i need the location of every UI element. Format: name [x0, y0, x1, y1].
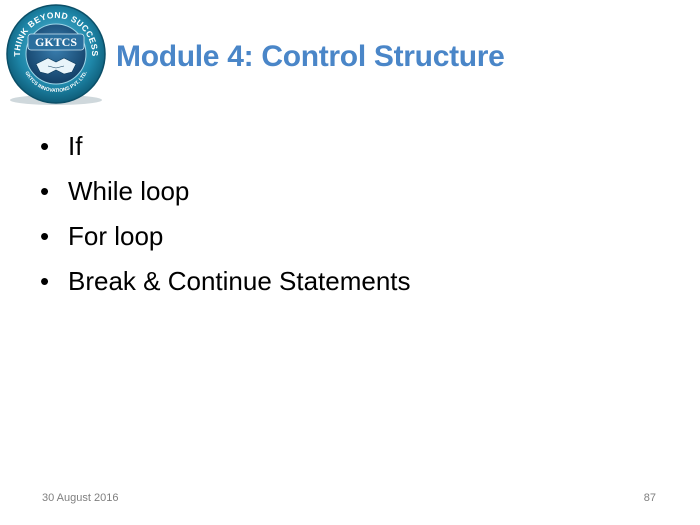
svg-text:GKTCS: GKTCS [35, 35, 77, 49]
footer-date: 30 August 2016 [42, 492, 119, 504]
bullet-item: • If [38, 126, 411, 171]
slide: THINK BEYOND SUCCESS GKTCS INNOVATIONS P… [0, 0, 700, 525]
bullet-dot-icon: • [40, 221, 50, 251]
bullet-list: • If • While loop • For loop • Break & Conti… [38, 126, 411, 306]
bullet-dot-icon: • [40, 131, 50, 161]
bullet-item: • For loop [38, 216, 411, 261]
bullet-dot-icon: • [40, 266, 50, 296]
bullet-item: • Break & Continue Statements [38, 261, 411, 306]
bullet-text: If [68, 131, 83, 161]
logo-seal-icon: THINK BEYOND SUCCESS GKTCS INNOVATIONS P… [6, 4, 106, 105]
bullet-text: For loop [68, 221, 164, 251]
slide-number: 87 [643, 492, 656, 504]
bullet-text: Break & Continue Statements [68, 266, 411, 296]
bullet-item: • While loop [38, 171, 411, 216]
slide-title: Module 4: Control Structure [116, 40, 505, 73]
gktcs-logo: THINK BEYOND SUCCESS GKTCS INNOVATIONS P… [2, 2, 110, 106]
bullet-text: While loop [68, 176, 190, 206]
bullet-dot-icon: • [40, 176, 50, 206]
